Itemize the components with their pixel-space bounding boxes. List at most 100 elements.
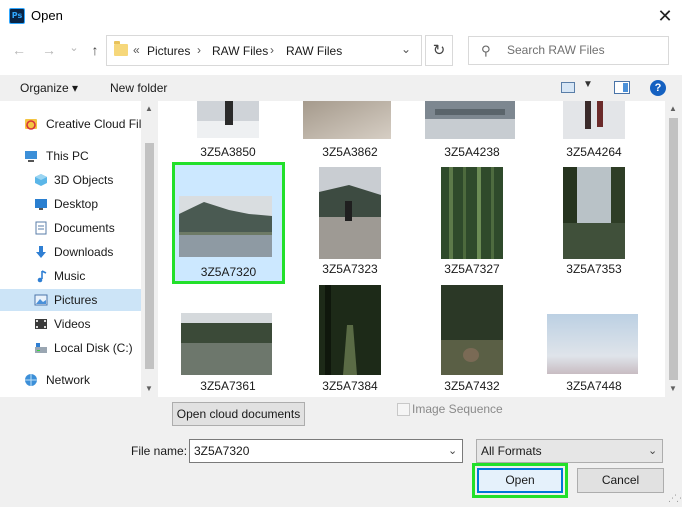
rabbit-thumbnail (441, 285, 503, 375)
sidebar-item-3d-objects[interactable]: 3D Objects (0, 169, 141, 191)
file-tile[interactable]: 3Z5A3862 (296, 101, 404, 163)
address-bar[interactable]: « Pictures › RAW Files › RAW Files ⌄ (106, 35, 422, 66)
file-format-value: All Formats (481, 444, 542, 458)
search-icon: ⚲ (481, 43, 491, 58)
folder-icon (114, 41, 128, 56)
breadcrumb-raw-files-2[interactable]: RAW Files (286, 44, 342, 58)
scrollbar-thumb[interactable] (145, 143, 154, 369)
sidebar-item-documents[interactable]: Documents (0, 217, 141, 239)
file-name-label: 3Z5A7320 (200, 265, 257, 279)
file-format-select[interactable]: All Formats ⌄ (476, 439, 663, 463)
file-name-label: File name: (131, 444, 188, 458)
scrollbar-thumb[interactable] (669, 118, 678, 380)
open-button[interactable]: Open (477, 468, 563, 493)
network-icon (25, 374, 37, 386)
navigation-pane: Creative Cloud Fil This PC 3D Objects De… (0, 101, 158, 397)
cancel-button[interactable]: Cancel (577, 468, 664, 493)
sidebar-item-label: This PC (46, 149, 89, 163)
document-icon (35, 221, 47, 235)
sidebar-item-network[interactable]: Network (0, 369, 141, 391)
file-grid-scrollbar[interactable]: ▲ ▼ (665, 101, 682, 397)
file-tile[interactable]: 3Z5A3850 (174, 101, 282, 163)
sidebar-item-label: Downloads (54, 245, 114, 259)
file-name-label: 3Z5A7361 (200, 379, 256, 393)
search-input[interactable] (507, 43, 662, 57)
format-dropdown-icon[interactable]: ⌄ (648, 444, 657, 457)
sidebar-item-creative-cloud[interactable]: Creative Cloud Fil (0, 113, 141, 135)
breadcrumb-separator-icon[interactable]: › (270, 43, 274, 57)
video-icon (35, 319, 47, 329)
navigation-scrollbar[interactable]: ▲ ▼ (141, 101, 158, 397)
sidebar-item-label: Music (54, 269, 86, 283)
view-options-icon[interactable] (561, 82, 575, 93)
sidebar-item-label: Local Disk (C:) (54, 341, 133, 355)
scroll-up-icon[interactable]: ▲ (145, 104, 153, 113)
breadcrumb-pictures[interactable]: Pictures (147, 44, 190, 58)
view-dropdown-icon[interactable]: ▼ (583, 79, 593, 90)
file-name-label: 3Z5A7353 (566, 262, 622, 276)
bamboo-forest-thumbnail (441, 167, 503, 259)
sidebar-item-videos[interactable]: Videos (0, 313, 141, 335)
title-bar: Ps Open ✕ (0, 0, 682, 32)
file-tile[interactable]: 3Z5A7384 (296, 285, 404, 397)
open-cloud-documents-button[interactable]: Open cloud documents (172, 402, 305, 426)
sidebar-item-local-disk[interactable]: Local Disk (C:) (0, 337, 141, 359)
file-name-dropdown-icon[interactable]: ⌄ (448, 444, 457, 457)
file-tile[interactable]: 3Z5A4238 (418, 101, 526, 163)
overflow-chevron-icon[interactable]: « (133, 43, 140, 57)
sidebar-item-label: Network (46, 373, 91, 387)
search-box[interactable]: ⚲ (468, 36, 669, 65)
file-tile[interactable]: 3Z5A7361 (174, 285, 282, 397)
pale-sky-thumbnail (547, 314, 638, 374)
file-tile[interactable]: 3Z5A7448 (540, 285, 648, 397)
sidebar-item-label: Creative Cloud Fil (46, 117, 142, 131)
breadcrumb-raw-files-1[interactable]: RAW Files (212, 44, 268, 58)
file-tile[interactable]: 3Z5A7323 (296, 162, 404, 284)
sidebar-item-pictures[interactable]: Pictures (0, 289, 141, 311)
address-dropdown-icon[interactable]: ⌄ (401, 42, 411, 56)
scroll-up-icon[interactable]: ▲ (669, 104, 677, 113)
file-name-label: 3Z5A7448 (566, 379, 622, 393)
file-name-input[interactable] (194, 444, 434, 458)
preview-pane-icon[interactable] (614, 81, 630, 94)
cube-icon (35, 174, 47, 186)
scroll-down-icon[interactable]: ▼ (669, 384, 677, 393)
forest-lake-thumbnail (563, 167, 625, 259)
sidebar-item-label: Pictures (54, 293, 98, 307)
sidebar-item-label: 3D Objects (54, 173, 114, 187)
disk-icon (35, 343, 47, 353)
organize-menu[interactable]: Organize ▾ (20, 81, 78, 95)
dialog-footer: Open cloud documents Image Sequence File… (0, 397, 682, 507)
sidebar-item-desktop[interactable]: Desktop (0, 193, 141, 215)
refresh-icon[interactable]: ↻ (425, 35, 453, 66)
sidebar-item-downloads[interactable]: Downloads (0, 241, 141, 263)
file-name-combobox[interactable]: ⌄ (189, 439, 463, 463)
help-icon[interactable]: ? (650, 80, 666, 96)
command-bar: Organize ▾ New folder ▼ ? (0, 75, 682, 101)
file-tile[interactable]: 3Z5A4264 (540, 101, 648, 163)
file-name-label: 3Z5A4264 (566, 145, 622, 159)
pictures-icon (34, 294, 48, 306)
sidebar-item-this-pc[interactable]: This PC (0, 145, 141, 167)
file-grid: 3Z5A3850 3Z5A3862 3Z5A4238 3Z5A4264 3Z5A… (158, 101, 665, 397)
snowy-legs-thumbnail (563, 101, 625, 139)
back-arrow-icon[interactable]: ← (10, 41, 28, 59)
recent-locations-chevron-icon[interactable]: ⌄ (65, 39, 83, 57)
file-name-label: 3Z5A7327 (444, 262, 500, 276)
new-folder-button[interactable]: New folder (110, 81, 167, 95)
file-tile[interactable]: 3Z5A7432 (418, 285, 526, 397)
file-tile[interactable]: 3Z5A7353 (540, 162, 648, 284)
resize-grip-icon[interactable]: ⋰⋰ (668, 493, 682, 504)
sidebar-item-music[interactable]: Music (0, 265, 141, 287)
image-sequence-checkbox[interactable] (397, 403, 410, 416)
file-tile-selected[interactable]: 3Z5A7320 (172, 162, 285, 284)
file-name-label: 3Z5A4238 (444, 145, 500, 159)
file-tile[interactable]: 3Z5A7327 (418, 162, 526, 284)
file-name-label: 3Z5A7432 (444, 379, 500, 393)
scroll-down-icon[interactable]: ▼ (145, 384, 153, 393)
forward-arrow-icon[interactable]: → (40, 41, 58, 59)
breadcrumb-separator-icon[interactable]: › (197, 43, 201, 57)
up-arrow-icon[interactable]: ↑ (86, 41, 104, 59)
file-name-label: 3Z5A7384 (322, 379, 378, 393)
close-icon[interactable]: ✕ (652, 3, 678, 29)
